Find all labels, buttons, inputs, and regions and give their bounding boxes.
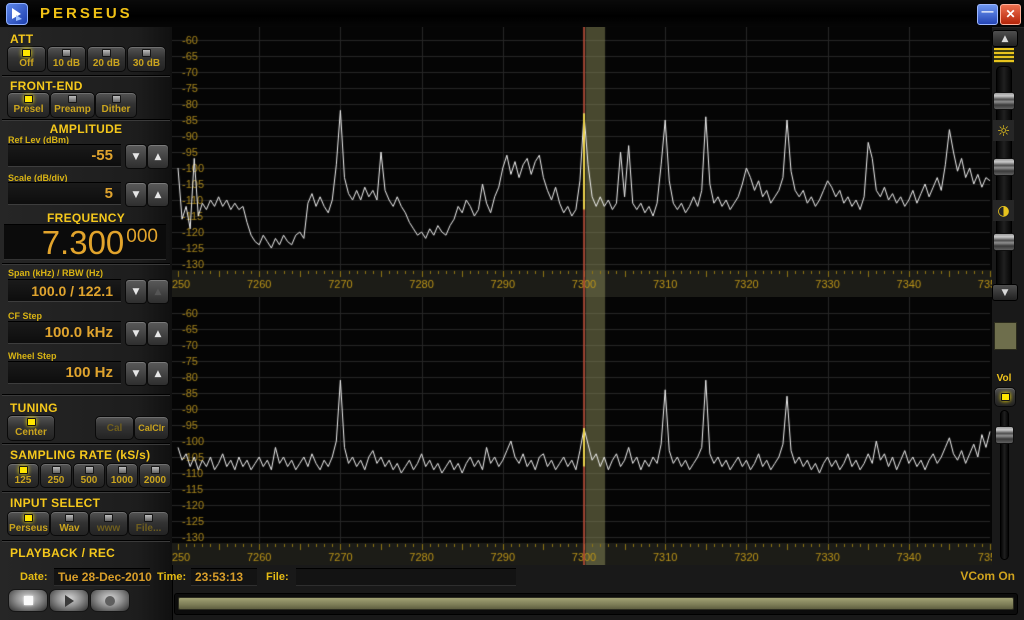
- play-button[interactable]: [49, 589, 89, 612]
- time-value: 23:53:13: [191, 568, 257, 586]
- section-divider: [2, 119, 170, 121]
- cal-button[interactable]: Cal: [95, 416, 134, 440]
- vcom-status: VCom On: [930, 569, 1015, 583]
- frequency-khz: 7.300: [42, 226, 125, 260]
- input-wav-button[interactable]: Wav: [50, 511, 89, 536]
- playback-rec-header: PLAYBACK / REC: [10, 546, 115, 560]
- tuning-center-button[interactable]: Center: [7, 415, 55, 441]
- passband-color-swatch: [994, 322, 1017, 350]
- brightness-icon: ☼: [993, 120, 1014, 141]
- frequency-header: FREQUENCY: [0, 211, 172, 225]
- att-header: ATT: [10, 32, 33, 46]
- tuning-header: TUNING: [10, 401, 58, 415]
- contrast-slider-handle[interactable]: [993, 233, 1015, 251]
- palette-slider-handle[interactable]: [993, 92, 1015, 110]
- amplitude-header: AMPLITUDE: [0, 122, 172, 136]
- wheel-down-button[interactable]: ▼: [125, 361, 147, 386]
- att-10db-button[interactable]: 10 dB: [47, 46, 86, 72]
- dither-button[interactable]: Dither: [95, 92, 137, 118]
- main-spectrum-display[interactable]: [172, 27, 992, 297]
- logo-glyph: [7, 4, 27, 24]
- rate-250-button[interactable]: 250: [40, 463, 72, 488]
- presel-button[interactable]: Presel: [7, 92, 50, 118]
- scale-field[interactable]: 5: [8, 182, 121, 205]
- ref-lev-up-button[interactable]: ▲: [147, 144, 169, 169]
- att-30db-button[interactable]: 30 dB: [127, 46, 166, 72]
- rate-2000-button[interactable]: 2000: [139, 463, 171, 488]
- section-divider: [2, 263, 170, 265]
- cf-step-label: CF Step: [8, 311, 42, 321]
- input-select-header: INPUT SELECT: [10, 496, 100, 510]
- volume-led: [1001, 393, 1010, 401]
- preamp-button[interactable]: Preamp: [50, 92, 95, 118]
- perseus-logo-icon[interactable]: [6, 3, 28, 25]
- stop-button[interactable]: [8, 589, 48, 612]
- section-divider: [2, 491, 170, 493]
- volume-slider-handle[interactable]: [995, 426, 1014, 444]
- close-button[interactable]: ✕: [1000, 4, 1021, 25]
- cf-step-field[interactable]: 100.0 kHz: [8, 321, 121, 344]
- att-off-led: [22, 49, 31, 57]
- palette-icon: [994, 48, 1014, 63]
- record-button[interactable]: [90, 589, 130, 612]
- cf-down-button[interactable]: ▼: [125, 321, 147, 346]
- span-label: Span (kHz) / RBW (Hz): [8, 268, 103, 278]
- wheel-step-field[interactable]: 100 Hz: [8, 361, 121, 384]
- wheel-step-label: Wheel Step: [8, 351, 57, 361]
- strip-down-button[interactable]: ▼: [992, 284, 1018, 301]
- ref-lev-down-button[interactable]: ▼: [125, 144, 147, 169]
- span-down-button[interactable]: ▼: [125, 279, 147, 304]
- scale-down-button[interactable]: ▼: [125, 182, 147, 207]
- stop-icon: [24, 596, 33, 605]
- ref-lev-field[interactable]: -55: [8, 144, 121, 167]
- att-off-button[interactable]: Off: [7, 46, 46, 72]
- volume-label: Vol: [990, 373, 1018, 384]
- wheel-up-button[interactable]: ▲: [147, 361, 169, 386]
- input-file-button[interactable]: File...: [128, 511, 169, 536]
- file-value: [296, 568, 516, 586]
- time-label: Time:: [157, 571, 186, 583]
- calclr-button[interactable]: CalClr: [134, 416, 169, 440]
- frequency-display[interactable]: 7.300 000: [4, 224, 166, 260]
- app-title: PERSEUS: [40, 5, 133, 22]
- tuning-scrollbar-thumb[interactable]: [178, 597, 1014, 610]
- volume-mute-button[interactable]: [994, 387, 1016, 407]
- frequency-hz: 000: [126, 226, 158, 248]
- rate-500-button[interactable]: 500: [73, 463, 105, 488]
- input-www-button[interactable]: www: [89, 511, 128, 536]
- minimize-button[interactable]: —: [977, 4, 998, 25]
- input-perseus-button[interactable]: Perseus: [7, 511, 50, 536]
- span-up-button[interactable]: ▲: [147, 279, 169, 304]
- strip-up-button[interactable]: ▲: [992, 30, 1018, 47]
- play-icon: [65, 595, 74, 607]
- section-divider: [2, 394, 170, 396]
- att-20db-button[interactable]: 20 dB: [87, 46, 126, 72]
- cf-up-button[interactable]: ▲: [147, 321, 169, 346]
- front-end-header: FRONT-END: [10, 79, 83, 93]
- section-divider: [2, 75, 170, 77]
- record-icon: [105, 596, 115, 606]
- control-sidebar: ATT Off 10 dB 20 dB 30 dB FRONT-END Pres…: [0, 27, 173, 620]
- sampling-rate-header: SAMPLING RATE (kS/s): [10, 448, 150, 462]
- date-value: Tue 28-Dec-2010: [54, 568, 150, 586]
- section-divider: [2, 540, 170, 542]
- titlebar: PERSEUS — ✕: [0, 0, 1024, 28]
- file-label: File:: [266, 571, 289, 583]
- scale-up-button[interactable]: ▲: [147, 182, 169, 207]
- perseus-window: PERSEUS — ✕ ATT Off 10 dB 20 dB 30 dB FR…: [0, 0, 1024, 620]
- section-divider: [2, 443, 170, 445]
- rate-1000-button[interactable]: 1000: [106, 463, 138, 488]
- contrast-icon: ◑: [993, 200, 1014, 221]
- span-field[interactable]: 100.0 / 122.1: [8, 279, 121, 302]
- date-label: Date:: [20, 571, 48, 583]
- secondary-spectrum-display[interactable]: [172, 297, 992, 565]
- brightness-slider-handle[interactable]: [993, 158, 1015, 176]
- rate-125-button[interactable]: 125: [7, 463, 39, 488]
